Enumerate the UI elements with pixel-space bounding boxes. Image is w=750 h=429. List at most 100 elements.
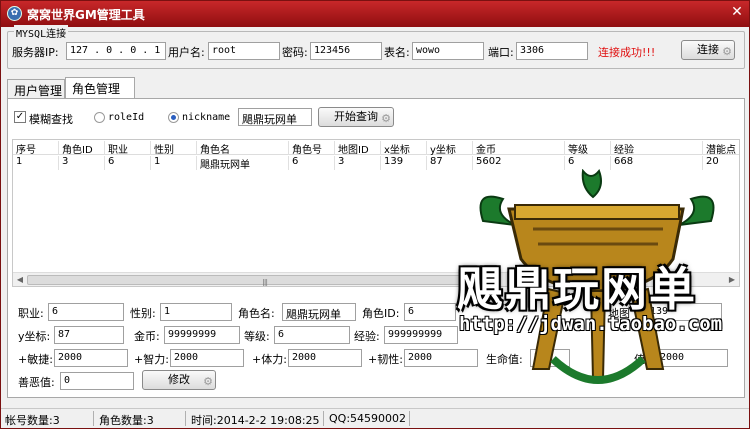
connect-button-label: 连接 — [697, 43, 719, 56]
role-name-label: 角色名: — [238, 307, 275, 320]
intelligence-input[interactable]: 2000 — [170, 349, 244, 367]
server-ip-label: 服务器IP: — [12, 46, 59, 59]
karma-input[interactable]: 0 — [60, 372, 134, 390]
exp-label: 经验: — [354, 330, 380, 343]
column-header[interactable]: 经验 — [611, 141, 703, 155]
table-cell: 6 — [105, 156, 151, 170]
role-id-input[interactable]: 6 — [404, 303, 456, 321]
scroll-thumb[interactable]: ||| — [27, 275, 481, 286]
window-title: 窝窝世界GM管理工具 — [27, 8, 145, 22]
server-ip-input[interactable]: 127 . 0 . 0 . 1 — [66, 42, 166, 60]
table-row[interactable]: 1 3 6 1 飓鼎玩网单 6 3 139 87 5602 6 668 20 — [13, 155, 739, 170]
modify-button-label: 修改 — [168, 373, 190, 386]
port-label: 端口: — [488, 46, 514, 59]
exp-input[interactable]: 999999999 — [384, 326, 458, 344]
column-header[interactable]: 地图ID — [335, 141, 381, 155]
level-input[interactable]: 6 — [274, 326, 350, 344]
close-icon[interactable]: ✕ — [729, 4, 745, 20]
tab-user-management[interactable]: 用户管理 — [7, 79, 65, 99]
table-cell: 3 — [59, 156, 105, 170]
role-id-label: 角色ID: — [362, 307, 400, 320]
role-edit-area: 职业: 6 性别: 1 角色名: 飓鼎玩网单 角色ID: 6 地图 139 y坐… — [8, 287, 744, 397]
nickname-radio-label: nickname — [182, 112, 231, 123]
modify-button[interactable]: 修改 ⚙ — [142, 370, 216, 390]
password-input[interactable]: 123456 — [310, 42, 382, 60]
connection-status: 连接成功!!! — [598, 46, 656, 59]
agility-label: +敏捷: — [18, 353, 53, 366]
gold-input[interactable]: 99999999 — [164, 326, 240, 344]
username-input[interactable]: root — [208, 42, 280, 60]
mp-input[interactable]: 2000 — [656, 349, 728, 367]
table-name-label: 表名: — [384, 46, 410, 59]
status-bar: 帐号数量:3 角色数量:3 时间:2014-2-2 19:08:25 QQ:54… — [1, 408, 749, 428]
roleid-radio-label: roleId — [108, 112, 145, 123]
karma-label: 善恶值: — [18, 376, 55, 389]
current-time: 时间:2014-2-2 19:08:25 — [191, 414, 320, 427]
column-header[interactable]: x坐标 — [381, 141, 427, 155]
status-divider — [323, 411, 324, 426]
search-input[interactable]: 飓鼎玩网单 — [238, 108, 312, 126]
job-input[interactable]: 6 — [48, 303, 124, 321]
x-coord-input[interactable]: 139 — [646, 303, 722, 321]
status-divider — [185, 411, 186, 426]
scroll-right-icon[interactable]: ▶ — [726, 274, 738, 286]
table-cell: 3 — [335, 156, 381, 170]
account-count: 帐号数量:3 — [5, 414, 60, 427]
sex-label: 性别: — [130, 307, 156, 320]
table-cell: 139 — [381, 156, 427, 170]
column-header[interactable]: 性别 — [151, 141, 197, 155]
table-cell: 6 — [289, 156, 335, 170]
roleid-radio[interactable] — [94, 112, 105, 123]
nickname-radio[interactable] — [168, 112, 179, 123]
column-header[interactable]: 序号 — [13, 141, 59, 155]
column-header[interactable]: 等级 — [565, 141, 611, 155]
fuzzy-search-checkbox[interactable]: ✓ — [14, 111, 26, 123]
table-cell: 5602 — [473, 156, 565, 170]
column-header[interactable]: 角色名 — [197, 141, 289, 155]
hp-input[interactable]: 200 — [530, 349, 570, 367]
status-divider — [93, 411, 94, 426]
username-label: 用户名: — [168, 46, 205, 59]
map-label: 地图 — [608, 307, 630, 320]
port-input[interactable]: 3306 — [516, 42, 588, 60]
intelligence-label: +智力: — [134, 353, 169, 366]
fuzzy-search-label: 模糊查找 — [29, 113, 73, 126]
gear-icon: ⚙ — [722, 45, 732, 58]
start-query-label: 开始查询 — [334, 110, 378, 123]
role-name-input[interactable]: 飓鼎玩网单 — [282, 303, 356, 321]
column-header[interactable]: 金币 — [473, 141, 565, 155]
table-cell: 1 — [151, 156, 197, 170]
start-query-button[interactable]: 开始查询 ⚙ — [318, 107, 394, 127]
horizontal-scrollbar[interactable]: ◀ ||| ▶ — [13, 272, 739, 286]
hp-label: 生命值: — [486, 353, 523, 366]
check-icon: ✓ — [15, 111, 25, 122]
table-cell: 87 — [427, 156, 473, 170]
sex-input[interactable]: 1 — [160, 303, 232, 321]
column-header[interactable]: y坐标 — [427, 141, 473, 155]
role-grid: 序号 角色ID 职业 性别 角色名 角色号 地图ID x坐标 y坐标 金币 等级… — [12, 139, 740, 287]
y-coord-input[interactable]: 87 — [54, 326, 124, 344]
gold-label: 金币: — [134, 330, 160, 343]
role-count: 角色数量:3 — [99, 414, 154, 427]
title-bar: ✿ 窝窝世界GM管理工具 ✕ — [1, 1, 749, 27]
connect-button[interactable]: 连接 ⚙ — [681, 40, 735, 60]
role-management-panel: ✓ 模糊查找 roleId nickname 飓鼎玩网单 开始查询 ⚙ 序号 角… — [7, 98, 745, 398]
tab-role-management[interactable]: 角色管理 — [65, 77, 135, 99]
toughness-input[interactable]: 2000 — [404, 349, 478, 367]
qq-contact: QQ:54590002 — [329, 412, 407, 425]
column-header[interactable]: 潜能点 — [703, 141, 739, 155]
column-header[interactable]: 角色ID — [59, 141, 105, 155]
column-header[interactable]: 角色号 — [289, 141, 335, 155]
scroll-left-icon[interactable]: ◀ — [14, 274, 26, 286]
stamina-label: +体力: — [252, 353, 287, 366]
agility-input[interactable]: 2000 — [54, 349, 128, 367]
table-cell: 6 — [565, 156, 611, 170]
app-icon: ✿ — [7, 6, 22, 21]
mysql-connection-group: MYSQL连接 服务器IP: 127 . 0 . 0 . 1 用户名: root… — [7, 25, 745, 69]
column-header[interactable]: 职业 — [105, 141, 151, 155]
gear-icon: ⚙ — [381, 112, 391, 125]
mp-label: 值: — [634, 353, 649, 366]
table-name-input[interactable]: wowo — [412, 42, 484, 60]
mysql-group-caption: MYSQL连接 — [14, 25, 69, 40]
stamina-input[interactable]: 2000 — [288, 349, 362, 367]
